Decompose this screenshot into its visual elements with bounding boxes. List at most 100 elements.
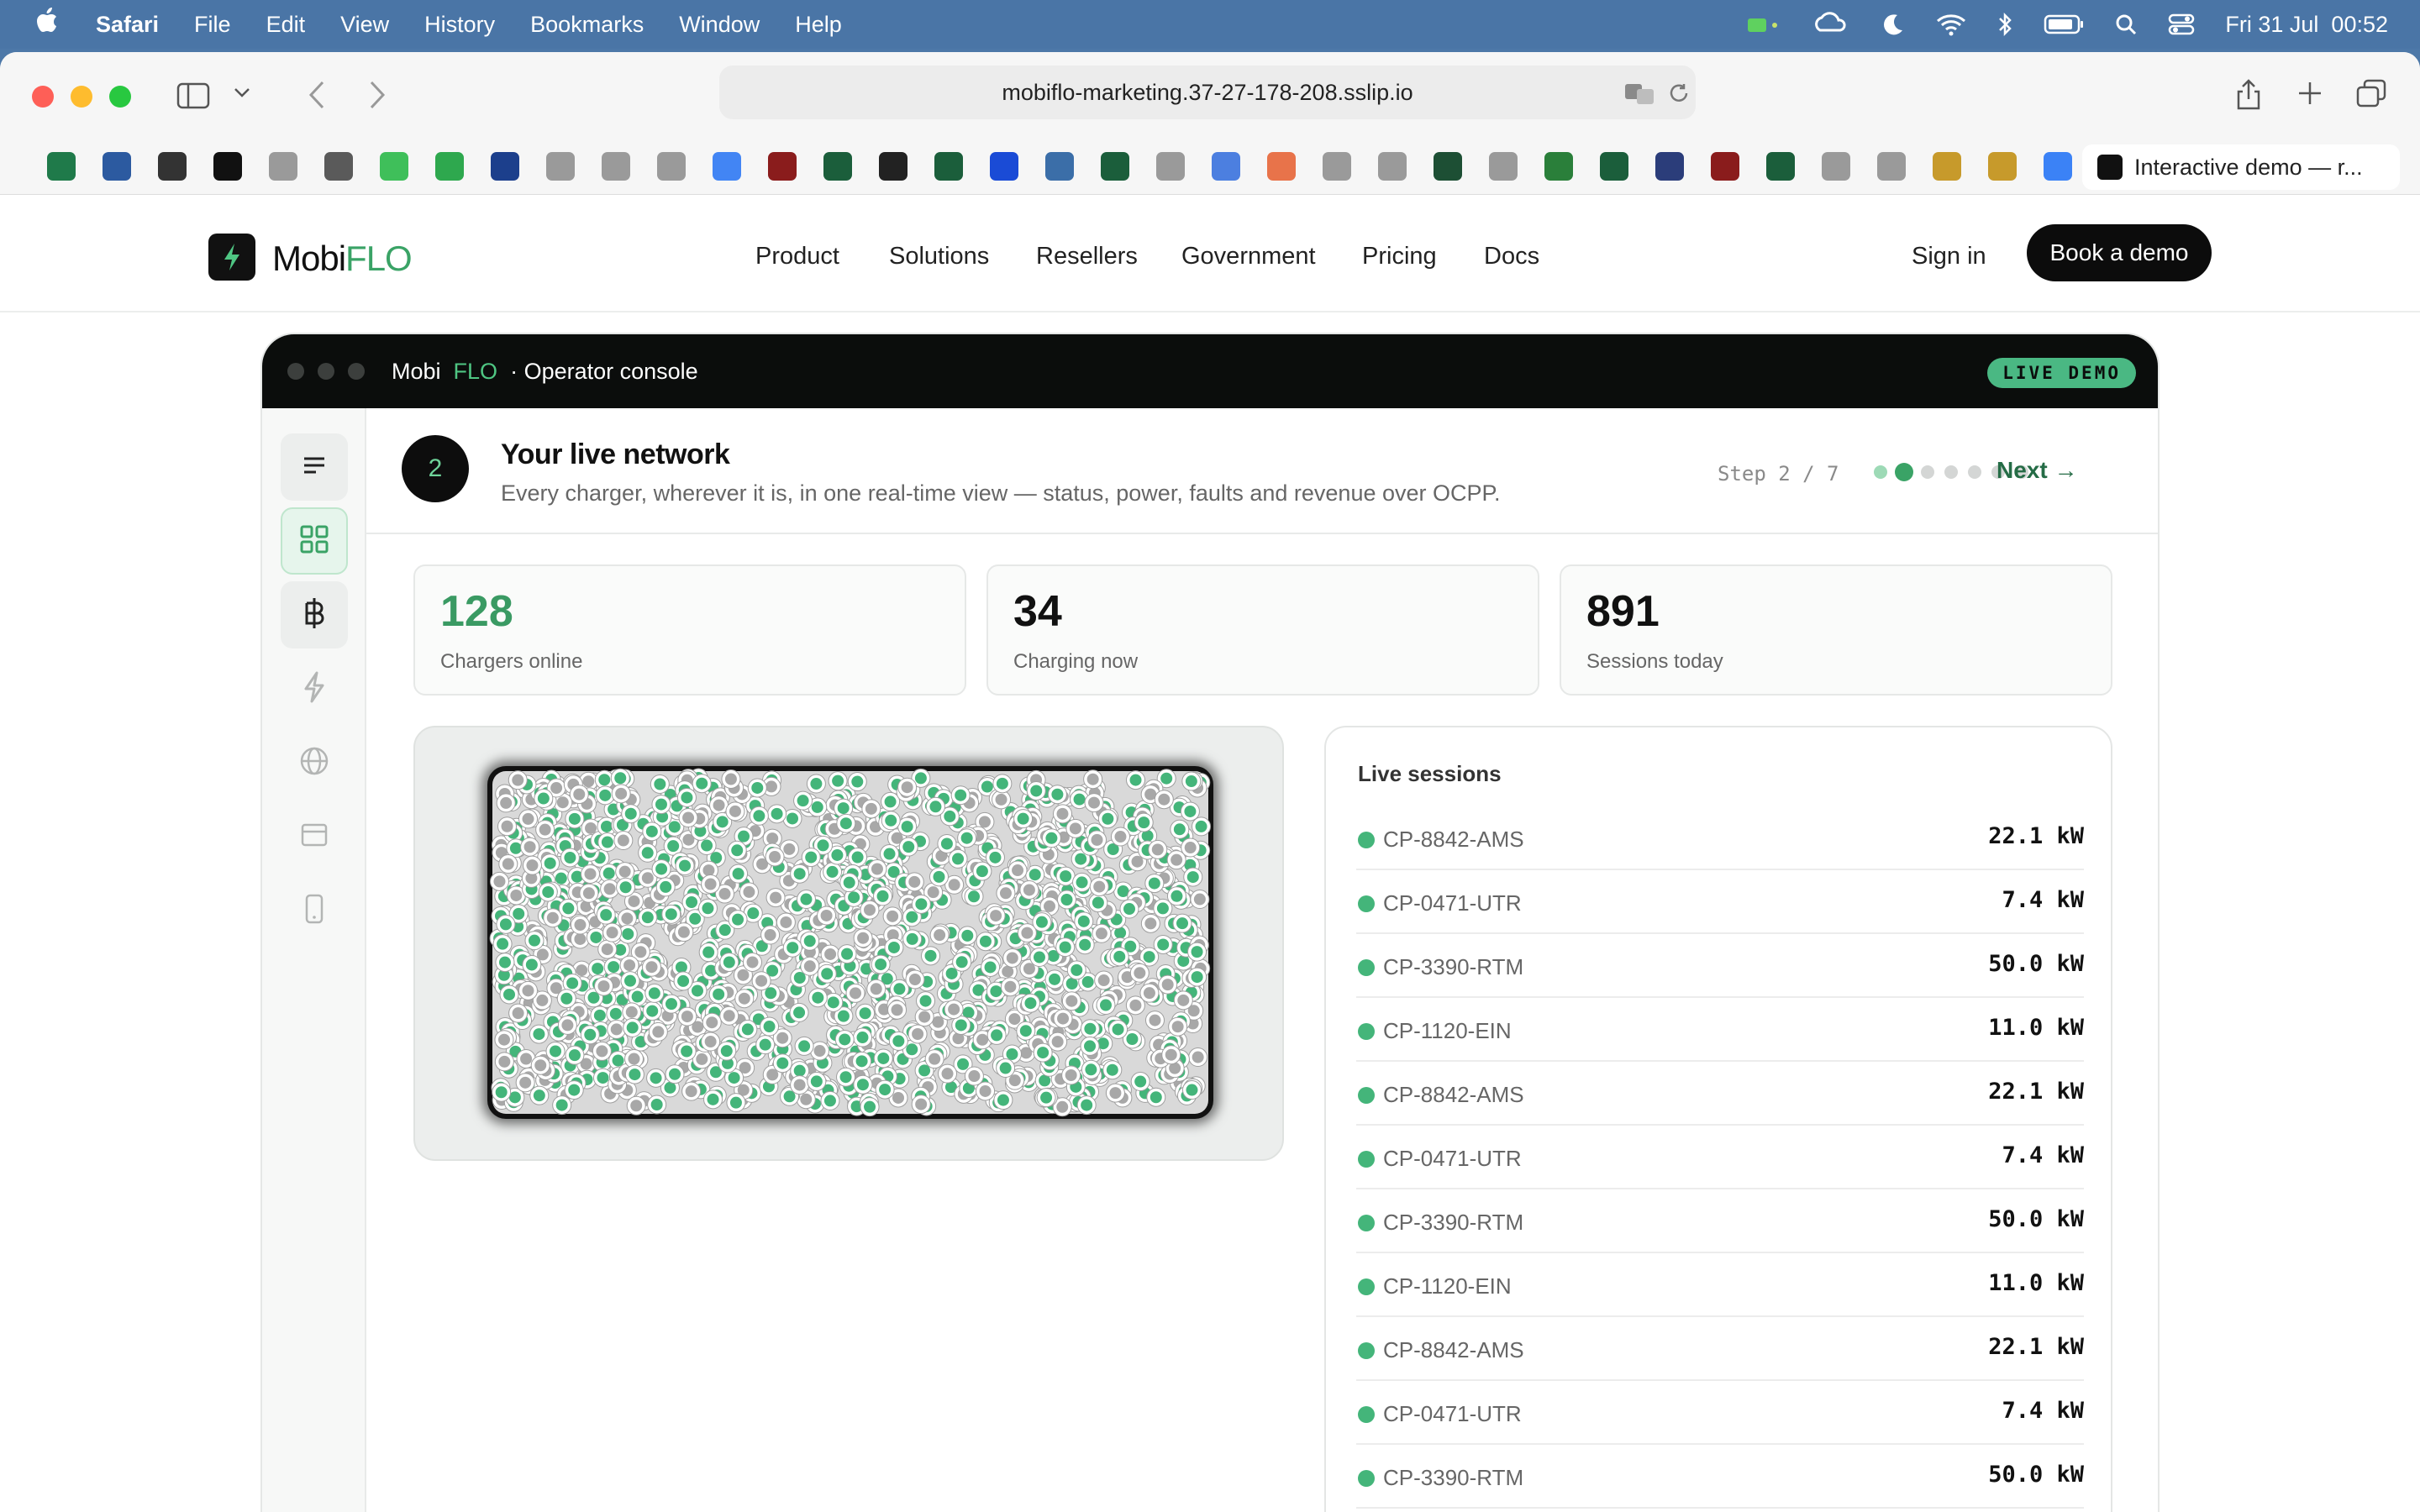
charger-pin-offline[interactable]	[597, 939, 618, 959]
charger-pin-offline[interactable]	[1144, 1011, 1165, 1031]
charger-pin-offline[interactable]	[867, 859, 887, 879]
charger-pin-online[interactable]	[1056, 890, 1076, 910]
charger-pin-offline[interactable]	[701, 1032, 721, 1052]
charger-pin-online[interactable]	[1170, 819, 1190, 839]
rail-invoices-button[interactable]	[281, 803, 348, 870]
charger-pin-offline[interactable]	[1053, 804, 1073, 824]
charger-pin-online[interactable]	[540, 853, 560, 874]
charger-pin-online[interactable]	[492, 1082, 512, 1102]
charger-pin-online[interactable]	[644, 983, 665, 1003]
charger-pin-online[interactable]	[952, 952, 972, 972]
session-row[interactable]: CP-3390-RTM 50.0 kW	[1356, 1445, 2084, 1509]
nav-solutions[interactable]: Solutions	[889, 243, 989, 270]
charger-pin-online[interactable]	[1183, 867, 1203, 887]
charger-pin-offline[interactable]	[719, 1005, 739, 1026]
bookmark-favicon-icon[interactable]	[657, 152, 686, 181]
bookmark-favicon-icon[interactable]	[1434, 152, 1462, 181]
charger-pin-online[interactable]	[925, 796, 945, 816]
charger-pin-offline[interactable]	[642, 957, 662, 977]
charger-pin-offline[interactable]	[1158, 974, 1178, 995]
charger-pin-offline[interactable]	[496, 793, 516, 813]
charger-pin-offline[interactable]	[790, 1075, 810, 1095]
nav-government[interactable]: Government	[1181, 243, 1316, 270]
chevron-down-icon[interactable]	[234, 87, 250, 103]
bookmark-favicon-icon[interactable]	[1933, 152, 1961, 181]
charger-pin-offline[interactable]	[1190, 890, 1210, 910]
charger-pin-offline[interactable]	[1173, 990, 1193, 1011]
charger-pin-online[interactable]	[888, 1031, 908, 1051]
charger-pin-offline[interactable]	[739, 882, 759, 902]
charger-pin-offline[interactable]	[674, 922, 694, 942]
charger-pin-online[interactable]	[1166, 886, 1186, 906]
charger-pin-offline[interactable]	[800, 956, 820, 976]
charger-pin-online[interactable]	[847, 772, 867, 792]
charger-pin-online[interactable]	[529, 1085, 550, 1105]
charger-pin-online[interactable]	[801, 848, 821, 868]
wifi-icon[interactable]	[1936, 13, 1966, 36]
bookmark-favicon-icon[interactable]	[1267, 152, 1296, 181]
nav-resellers[interactable]: Resellers	[1036, 243, 1138, 270]
charger-pin-online[interactable]	[624, 1064, 644, 1084]
charger-pin-offline[interactable]	[1000, 977, 1020, 997]
charger-pin-online[interactable]	[698, 942, 718, 963]
charger-pin-online[interactable]	[1181, 1080, 1202, 1100]
charger-pin-offline[interactable]	[522, 855, 542, 875]
charger-pin-online[interactable]	[929, 867, 949, 887]
charger-pin-online[interactable]	[538, 882, 558, 902]
charger-pin-online[interactable]	[638, 843, 658, 863]
translate-icon[interactable]	[1623, 81, 1657, 112]
session-row[interactable]: CP-8842-AMS 22.1 kW	[1356, 1317, 2084, 1381]
bookmark-favicon-icon[interactable]	[1877, 152, 1906, 181]
step-dot[interactable]	[1921, 465, 1934, 479]
charger-pin-online[interactable]	[616, 877, 636, 897]
window-close-button[interactable]	[32, 86, 54, 108]
charger-pin-offline[interactable]	[497, 816, 518, 837]
charger-pin-online[interactable]	[855, 1003, 876, 1023]
charger-pin-online[interactable]	[1081, 1059, 1101, 1079]
charger-pin-offline[interactable]	[1140, 913, 1160, 933]
charger-pin-online[interactable]	[1013, 809, 1034, 829]
charger-pin-online[interactable]	[719, 952, 739, 972]
charger-pin-online[interactable]	[986, 1025, 1007, 1045]
charger-pin-offline[interactable]	[721, 769, 741, 789]
menu-help[interactable]: Help	[795, 12, 842, 38]
bookmark-favicon-icon[interactable]	[1323, 152, 1351, 181]
charger-pin-online[interactable]	[623, 1017, 643, 1037]
charger-pin-offline[interactable]	[580, 864, 600, 884]
bookmark-favicon-icon[interactable]	[269, 152, 297, 181]
charger-pin-offline[interactable]	[1129, 963, 1150, 983]
bookmark-favicon-icon[interactable]	[1101, 152, 1129, 181]
charger-pin-online[interactable]	[1029, 948, 1050, 968]
charger-pin-online[interactable]	[985, 848, 1005, 868]
charger-pin-online[interactable]	[848, 848, 868, 868]
logo-bolt-icon[interactable]	[208, 234, 255, 281]
charger-pin-online[interactable]	[646, 1068, 666, 1088]
step-dot[interactable]	[1874, 465, 1887, 479]
charger-pin-offline[interactable]	[678, 808, 698, 828]
charger-pin-online[interactable]	[717, 1041, 737, 1061]
charger-pin-offline[interactable]	[508, 770, 528, 790]
charger-pin-offline[interactable]	[1065, 818, 1086, 838]
charger-pin-offline[interactable]	[1061, 1065, 1081, 1085]
charger-pin-online[interactable]	[580, 1025, 600, 1045]
charger-pin-online[interactable]	[1036, 1088, 1056, 1108]
charger-pin-online[interactable]	[676, 1041, 697, 1061]
charger-pin-offline[interactable]	[897, 777, 918, 797]
bookmark-favicon-icon[interactable]	[990, 152, 1018, 181]
nav-docs[interactable]: Docs	[1484, 243, 1539, 270]
bookmark-favicon-icon[interactable]	[1489, 152, 1518, 181]
charger-pin-offline[interactable]	[976, 1081, 996, 1101]
charger-pin-online[interactable]	[898, 837, 918, 857]
charger-pin-online[interactable]	[881, 811, 901, 831]
window-zoom-button[interactable]	[109, 86, 131, 108]
apple-menu-icon[interactable]	[34, 7, 62, 42]
bookmark-favicon-icon[interactable]	[1378, 152, 1407, 181]
charger-pin-online[interactable]	[1134, 812, 1154, 832]
session-row[interactable]: CP-3390-RTM 50.0 kW	[1356, 934, 2084, 998]
charger-pin-online[interactable]	[1047, 785, 1067, 805]
bookmark-favicon-icon[interactable]	[491, 152, 519, 181]
creative-cloud-icon[interactable]	[1813, 12, 1850, 37]
charger-pin-online[interactable]	[837, 944, 857, 964]
charger-pin-online[interactable]	[728, 910, 748, 930]
charger-pin-offline[interactable]	[866, 979, 886, 999]
